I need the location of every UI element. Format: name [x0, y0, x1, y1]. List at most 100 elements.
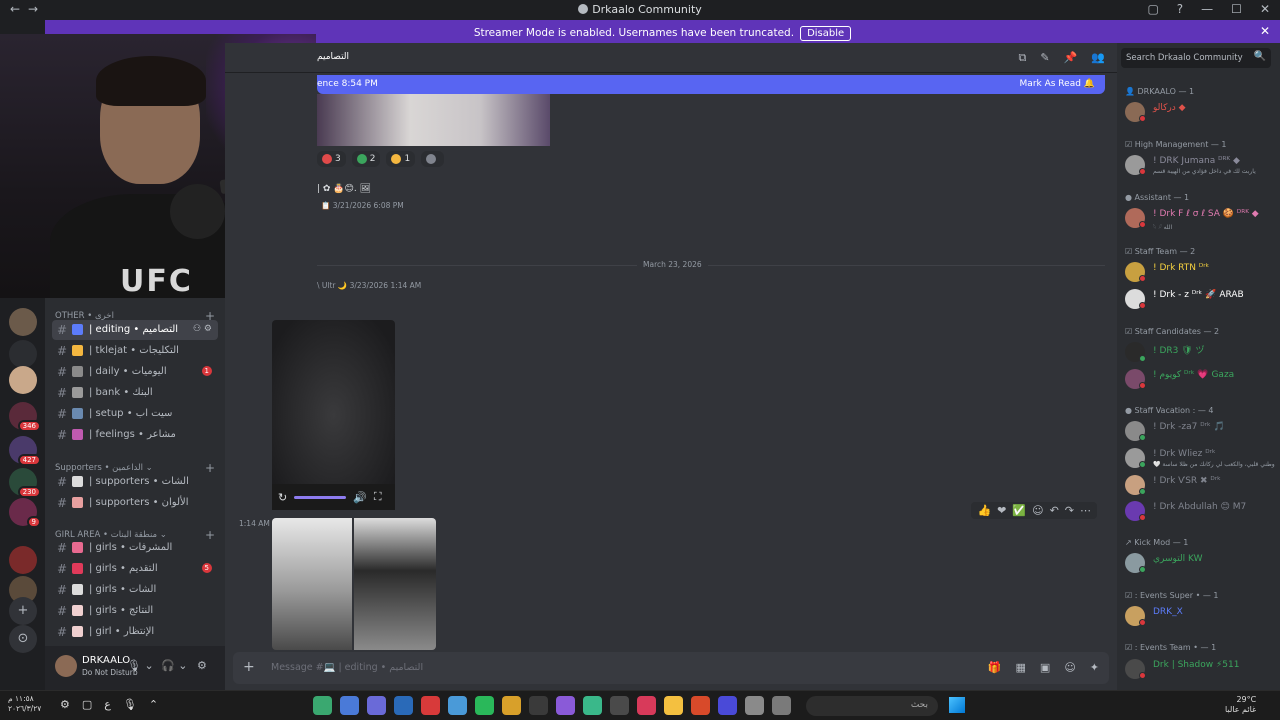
username[interactable]: DRKAALO [82, 655, 130, 666]
taskbar-app-icon[interactable] [583, 696, 602, 715]
heart-icon[interactable]: ❤ [997, 504, 1006, 517]
channel-item[interactable]: # | girls • النتائج [52, 601, 218, 621]
reaction-pill[interactable]: 3 [317, 151, 346, 167]
inbox-icon[interactable]: ▢ [1147, 2, 1158, 16]
close-window-button[interactable]: ✕ [1260, 2, 1270, 16]
taskbar-app-icon[interactable] [718, 696, 737, 715]
taskbar-app-icon[interactable] [529, 696, 548, 715]
notification-settings-icon[interactable]: ✎ [1040, 51, 1049, 65]
user-settings-icon[interactable]: ⚙ [197, 659, 207, 672]
reaction-pill[interactable]: 2 [351, 151, 381, 167]
taskbar-app-icon[interactable] [367, 696, 386, 715]
member-item[interactable]: التوسري KW [1123, 550, 1273, 576]
taskbar-app-icon[interactable] [556, 696, 575, 715]
server-icon[interactable]: 346 [9, 402, 41, 432]
new-messages-bar[interactable]: ence 8:54 PM Mark As Read 🔔 [317, 75, 1105, 94]
forward-icon[interactable]: ↷ [1065, 504, 1074, 517]
member-list-icon[interactable]: 👥 [1091, 51, 1105, 65]
server-icon[interactable] [9, 546, 37, 574]
fullscreen-icon[interactable]: ⛶ [374, 490, 382, 504]
channel-item[interactable]: # | tklejat • التكليجات [52, 341, 218, 361]
video-progress-bar[interactable] [294, 495, 347, 499]
member-item[interactable]: ! Drk - z ᴰʳᵏ 🚀 ARAB [1123, 286, 1273, 312]
channel-item[interactable]: # | bank • البنك [52, 383, 218, 403]
check-icon[interactable]: ✅ [1012, 504, 1026, 517]
thumbs-up-icon[interactable]: 👍 [977, 504, 991, 517]
taskbar-app-icon[interactable] [691, 696, 710, 715]
message-composer[interactable]: + Message #💻 | editing • التصاميم 🎁 ▦ ▣ … [233, 652, 1109, 684]
image-attachment[interactable] [317, 94, 550, 146]
reply-icon[interactable]: ↶ [1050, 504, 1059, 517]
language-icon[interactable]: ع [104, 698, 111, 711]
channel-item[interactable]: # | daily • اليوميات 1 [52, 362, 218, 382]
disable-streamer-mode-button[interactable]: Disable [800, 26, 852, 41]
channel-item[interactable]: # | girl • الإنتظار [52, 622, 218, 642]
member-item[interactable]: DRK_X [1123, 603, 1273, 629]
taskbar-app-icon[interactable] [394, 696, 413, 715]
display-icon[interactable]: ▢ [82, 698, 92, 711]
taskbar-app-icon[interactable] [448, 696, 467, 715]
server-icon[interactable]: 9 [9, 498, 41, 528]
member-item[interactable]: ! DRK Jumana ᴰᴿᴷ ◆ ياربت لك في داخل فؤادي… [1123, 152, 1273, 178]
headphones-icon[interactable]: 🎧 ⌄ [161, 659, 187, 672]
member-item[interactable]: ! Drk ѴSR ✖ ᴰʳᵏ [1123, 472, 1273, 498]
taskbar-search[interactable]: بحث [806, 696, 938, 716]
member-item[interactable]: ! كويوم ᴰʳᵏ 💗 Gaza [1123, 366, 1273, 392]
photo-2[interactable] [354, 518, 436, 650]
gift-icon[interactable]: 🎁 [988, 661, 1002, 674]
member-item[interactable]: ! Drk RTN ᴰʳᵏ [1123, 259, 1273, 285]
more-icon[interactable]: ⋯ [1080, 504, 1091, 517]
member-item[interactable]: ! DR3 🛡 ヅ [1123, 339, 1273, 365]
emoji-icon[interactable]: ☺ [1064, 661, 1075, 674]
server-icon[interactable]: 230 [9, 468, 41, 498]
channel-item[interactable]: # | feelings • مشاعر [52, 425, 218, 445]
channel-item[interactable]: # | girls • المشرفات [52, 538, 218, 558]
channel-item[interactable]: # | supporters • الألوان [52, 493, 218, 513]
video-attachment[interactable]: ↻ 🔊 ⛶ [272, 320, 395, 510]
server-icon[interactable] [9, 340, 37, 368]
clock[interactable]: ١١:٥٨ م ٢٠٢٦/٣/٢٧ [8, 694, 41, 714]
minimize-button[interactable]: — [1201, 2, 1213, 16]
taskbar-app-icon[interactable] [610, 696, 629, 715]
volume-icon[interactable]: 🔊 [353, 491, 367, 504]
message-input[interactable]: Message #💻 | editing • التصاميم [271, 662, 423, 673]
pin-icon[interactable]: 📌 [1064, 51, 1078, 65]
reaction-pill[interactable] [421, 151, 445, 167]
taskbar-app-icon[interactable] [421, 696, 440, 715]
member-item[interactable]: Drk | Shadow ⚡511 [1123, 656, 1273, 682]
search-input[interactable]: Search Drkaalo Community 🔍 [1121, 48, 1271, 68]
taskbar-app-icon[interactable] [475, 696, 494, 715]
discover-icon[interactable]: ⊙ [9, 625, 37, 653]
taskbar-app-icon[interactable] [772, 696, 791, 715]
taskbar-app-icon[interactable] [340, 696, 359, 715]
member-item[interactable]: ! Drk Wliez ᴰʳᵏ 🤍 وطني قلبي، والكعب لي رك… [1123, 445, 1275, 471]
threads-icon[interactable]: ⧉ [1019, 51, 1027, 65]
tray-expand-icon[interactable]: ⌃ [149, 698, 158, 711]
channel-item[interactable]: # | setup • سيت اب [52, 404, 218, 424]
sticker-icon[interactable]: ▣ [1040, 661, 1050, 674]
replay-icon[interactable]: ↻ [278, 491, 287, 504]
taskbar-app-icon[interactable] [745, 696, 764, 715]
channel-item[interactable]: # | supporters • الشات [52, 472, 218, 492]
maximize-button[interactable]: ☐ [1231, 2, 1242, 16]
channel-item[interactable]: # | editing • التصاميم ⚇ ⚙ [52, 320, 218, 340]
gif-icon[interactable]: ▦ [1016, 661, 1026, 674]
microphone-icon[interactable]: 🎙 ⌄ [127, 659, 154, 672]
windows-start-icon[interactable] [949, 697, 965, 713]
avatar[interactable] [55, 655, 77, 677]
close-banner-icon[interactable]: ✕ [1260, 24, 1270, 38]
photo-1[interactable] [272, 518, 352, 650]
member-item[interactable]: ! Drk -za7 ᴰʳᵏ 🎵 [1123, 418, 1273, 444]
apps-icon[interactable]: ✦ [1090, 661, 1099, 674]
add-reaction-icon[interactable]: ☺ [1032, 504, 1043, 517]
taskbar-app-icon[interactable] [637, 696, 656, 715]
add-server-icon[interactable]: + [9, 597, 37, 625]
server-icon[interactable]: 427 [9, 436, 41, 466]
taskbar-app-icon[interactable] [664, 696, 683, 715]
member-item[interactable]: دركالو ◆ [1123, 99, 1273, 125]
help-icon[interactable]: ? [1177, 2, 1183, 16]
reaction-pill[interactable]: 1 [386, 151, 416, 167]
server-icon[interactable] [9, 308, 37, 336]
mic-tray-icon[interactable]: 🎙 [123, 698, 137, 711]
weather-widget[interactable]: 29°C غائم عالبا [1225, 695, 1256, 715]
